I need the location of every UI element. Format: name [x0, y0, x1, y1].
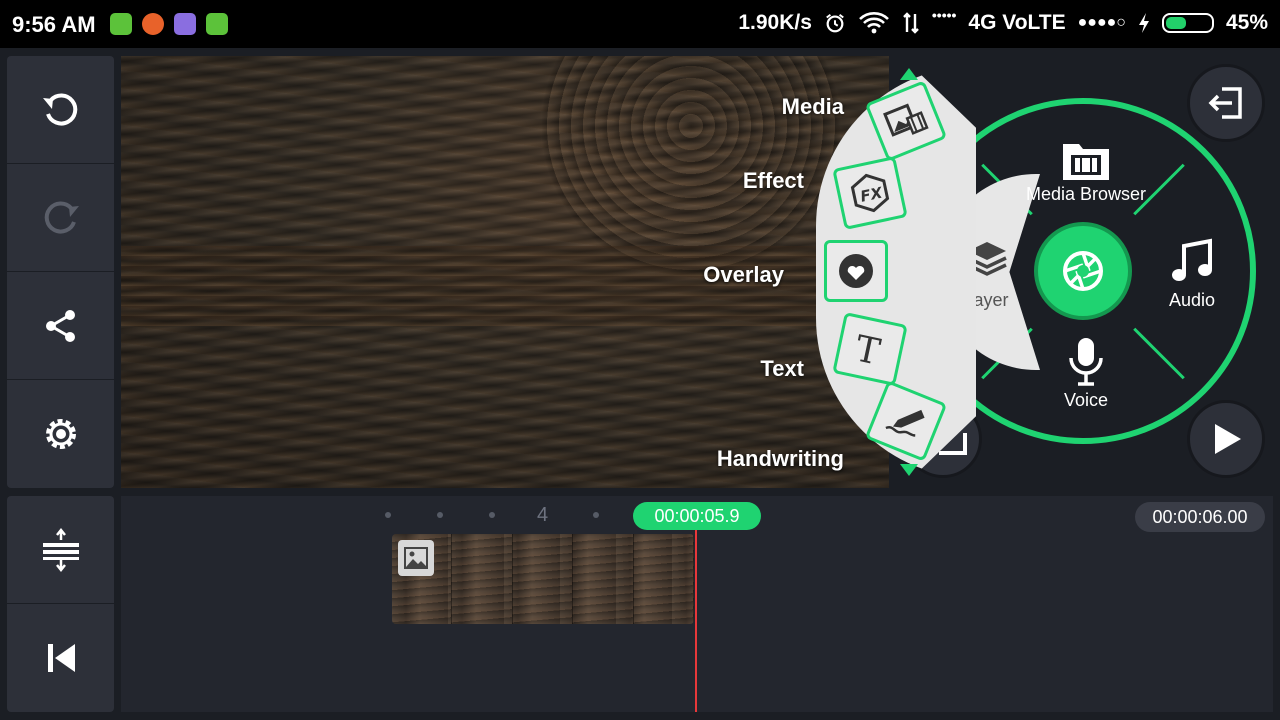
timeline-toolbar [7, 496, 114, 712]
svg-text:T: T [852, 328, 884, 372]
green-app-icon [110, 13, 132, 35]
media-browser-icon [1063, 144, 1109, 180]
wifi-icon [858, 12, 889, 34]
voice-label: Voice [1063, 390, 1109, 410]
timeline-tick-dot [489, 512, 495, 518]
effect-layer-button[interactable]: FX [832, 156, 908, 230]
timeline[interactable]: 4 00:00:05.9 00:00:06.00 [121, 496, 1273, 712]
capture-button[interactable] [1034, 222, 1132, 320]
playhead[interactable] [695, 524, 697, 712]
media-arc-label[interactable]: Media [740, 94, 844, 120]
expand-vertical-icon [42, 527, 79, 572]
current-time-badge[interactable]: 00:00:05.9 [633, 502, 761, 530]
audio-label: Audio [1168, 290, 1216, 310]
skip-to-start-button[interactable] [7, 604, 114, 712]
arc-scroll-up-icon[interactable] [900, 68, 918, 80]
firefox-icon [142, 13, 164, 35]
settings-button[interactable] [7, 380, 114, 488]
undo-button[interactable] [7, 56, 114, 164]
alarm-icon [826, 13, 844, 33]
microphone-icon [1069, 338, 1103, 386]
purple-app-icon [174, 13, 196, 35]
overlay-arc-label[interactable]: Overlay [660, 262, 784, 288]
media-clip[interactable] [392, 534, 694, 624]
arc-scroll-down-icon[interactable] [900, 464, 918, 476]
network-type: 4G VoLTE [968, 11, 1066, 34]
timeline-tick-dot [437, 512, 443, 518]
media-browser-segment[interactable]: Media Browser [1016, 124, 1156, 214]
clip-frame [573, 534, 634, 624]
status-app-icons [110, 13, 228, 35]
clip-frame [452, 534, 513, 624]
timeline-tick-dot [593, 512, 599, 518]
play-icon [1215, 424, 1241, 454]
redo-button[interactable] [7, 164, 114, 272]
pen-icon [885, 409, 925, 437]
exit-button[interactable] [1187, 64, 1265, 142]
status-time: 9:56 AM [12, 12, 96, 37]
text-layer-button[interactable]: T [832, 312, 908, 386]
clip-frame [633, 534, 694, 624]
camera-shutter-icon [1063, 251, 1103, 291]
timeline-expand-button[interactable] [7, 496, 114, 604]
status-right: 1.90K/s ••••• 4G VoLTE ●●●●○ 45% [738, 7, 1268, 35]
media-browser-label: Media Browser [1025, 184, 1147, 204]
text-arc-label[interactable]: Text [700, 356, 804, 382]
clip-frame [512, 534, 574, 624]
overlay-layer-button[interactable] [824, 240, 888, 302]
sticker-icon [839, 254, 873, 288]
image-clip-icon [398, 540, 434, 576]
gear-icon [45, 419, 76, 449]
timeline-tick-dot [385, 512, 391, 518]
audio-segment[interactable]: Audio [1134, 224, 1254, 324]
add-layer-arc-menu: FX T [816, 66, 976, 478]
battery-icon [1161, 13, 1214, 33]
wood-grain-rings [541, 56, 841, 276]
handwriting-arc-label[interactable]: Handwriting [690, 446, 844, 472]
share-button[interactable] [7, 272, 114, 380]
timeline-tick-label: 4 [537, 504, 549, 526]
share-icon [45, 309, 75, 342]
network-speed: 1.90K/s [738, 11, 812, 34]
battery-percent: 45% [1225, 11, 1268, 34]
music-note-icon [1172, 238, 1212, 281]
data-transfer-icon [903, 12, 919, 34]
video-editor-screen: 9:56 AM 1.90K/s ••••• 4G VoLTE ●●●●○ 45% [0, 0, 1280, 720]
text-icon: T [852, 328, 884, 372]
charging-icon [1138, 13, 1149, 33]
media-icon [883, 103, 929, 137]
carrier-signal: ●●●●○ [1077, 14, 1126, 31]
play-button[interactable] [1187, 400, 1265, 478]
effect-arc-label[interactable]: Effect [700, 168, 804, 194]
signal-dots: ••••• [931, 7, 957, 23]
total-duration-badge: 00:00:06.00 [1135, 502, 1265, 532]
exit-icon [1208, 87, 1242, 119]
fx-icon: FX [850, 173, 890, 213]
status-bar: 9:56 AM 1.90K/s ••••• 4G VoLTE ●●●●○ 45% [0, 0, 1280, 48]
redo-icon [44, 201, 79, 233]
left-toolbar [7, 56, 114, 488]
battery-level-fill [1165, 17, 1186, 29]
android-app-icon [206, 13, 228, 35]
skip-start-icon [47, 644, 75, 672]
voice-segment[interactable]: Voice [1016, 332, 1156, 422]
undo-icon [42, 93, 77, 125]
